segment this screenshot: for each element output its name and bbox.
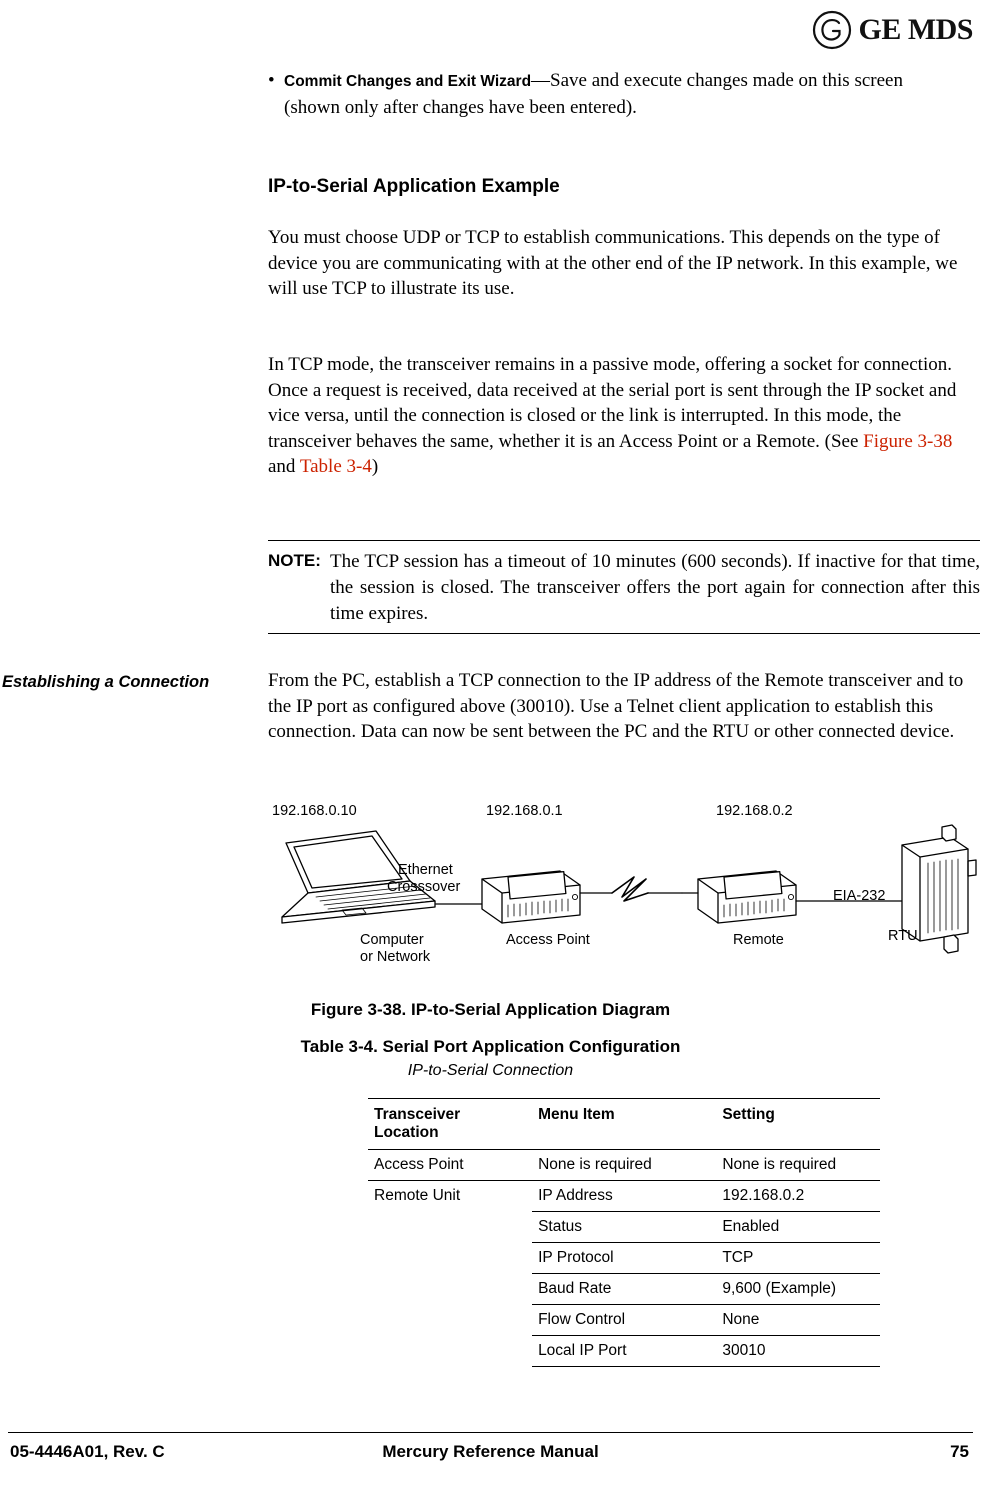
cell-menu-item: IP Protocol	[532, 1242, 717, 1274]
table-cross-reference-link[interactable]: Table 3-4	[300, 456, 372, 477]
footer-page-number: 75	[950, 1442, 969, 1461]
table-subcaption: IP-to-Serial Connection	[407, 1062, 574, 1079]
cell-setting: None	[716, 1304, 880, 1336]
paragraph-2-mid: and	[268, 456, 300, 477]
bullet-item: • Commit Changes and Exit Wizard—Save an…	[268, 68, 958, 121]
cell-menu-item: IP Address	[532, 1180, 717, 1212]
ge-monogram-icon	[812, 10, 852, 50]
cell-location: Access Point	[368, 1149, 533, 1181]
figure-cross-reference-link[interactable]: Figure 3-38	[863, 431, 952, 452]
logo-text: GE MDS	[858, 13, 973, 46]
paragraph-1: You must choose UDP or TCP to establish …	[268, 227, 958, 299]
label-rtu: RTU	[888, 928, 918, 944]
ge-mds-logo: GE MDS	[812, 10, 973, 50]
label-remote: Remote	[733, 932, 784, 948]
table-header-setting: Setting	[716, 1098, 880, 1150]
cell-setting: Enabled	[716, 1211, 880, 1243]
note-block: NOTE: The TCP session has a timeout of 1…	[268, 540, 980, 634]
cell-menu-item: Status	[532, 1211, 717, 1243]
cell-menu-item: Baud Rate	[532, 1273, 717, 1305]
bullet-dash: —	[531, 70, 551, 91]
document-page: GE MDS • Commit Changes and Exit Wizard—…	[0, 0, 981, 1501]
note-body: NOTE: The TCP session has a timeout of 1…	[268, 541, 980, 633]
figure-caption: Figure 3-38. IP-to-Serial Application Di…	[310, 1000, 671, 1019]
note-text: The TCP session has a timeout of 10 minu…	[330, 551, 980, 624]
paragraph-2: In TCP mode, the transceiver remains in …	[268, 352, 968, 480]
label-access-point: Access Point	[506, 932, 590, 948]
cell-menu-item: Flow Control	[532, 1304, 717, 1336]
table-header-location-line2: Location	[374, 1124, 439, 1141]
page-footer: 05-4446A01, Rev. C Mercury Reference Man…	[0, 1432, 981, 1472]
serial-port-configuration-table: Transceiver Location Menu Item Setting A…	[368, 1098, 880, 1367]
cell-menu-item: Local IP Port	[532, 1335, 717, 1367]
footer-rule	[8, 1432, 973, 1433]
paragraph-3: From the PC, establish a TCP connection …	[268, 670, 964, 742]
side-heading: Establishing a Connection	[2, 673, 210, 691]
cell-menu-item: None is required	[532, 1149, 717, 1181]
ip-to-serial-diagram: 192.168.0.10 192.168.0.1 192.168.0.2 Eth…	[250, 803, 980, 985]
table-header-location: Transceiver Location	[368, 1098, 533, 1150]
table-header-location-line1: Transceiver	[374, 1106, 461, 1123]
bullet-bold-label: Commit Changes and Exit Wizard	[284, 73, 532, 90]
label-ethernet-line2: Crosssover	[387, 879, 461, 895]
cell-location: Remote Unit	[374, 1187, 461, 1204]
table-row: Access Point None is required None is re…	[368, 1149, 880, 1181]
cell-setting: 30010	[716, 1335, 880, 1367]
table-caption: Table 3-4. Serial Port Application Confi…	[300, 1037, 681, 1056]
table-header-row: Transceiver Location Menu Item Setting	[368, 1098, 880, 1150]
label-ethernet-line1: Ethernet	[398, 862, 453, 878]
bullet-item-text: Commit Changes and Exit Wizard—Save and …	[284, 68, 958, 121]
label-computer-line1: Computer	[360, 932, 424, 948]
footer-manual-title: Mercury Reference Manual	[382, 1442, 599, 1461]
label-ip-right: 192.168.0.2	[716, 803, 793, 819]
note-bottom-rule	[268, 633, 980, 634]
bullet-block: • Commit Changes and Exit Wizard—Save an…	[268, 68, 958, 121]
section-heading: IP-to-Serial Application Example	[268, 176, 560, 197]
table-row: Remote Unit IP Address 192.168.0.2	[368, 1180, 880, 1212]
label-ip-mid: 192.168.0.1	[486, 803, 563, 819]
table-header-menu-item: Menu Item	[532, 1098, 717, 1150]
bullet-dot-icon: •	[268, 70, 275, 91]
label-computer-line2: or Network	[360, 949, 431, 965]
label-eia-232: EIA-232	[833, 888, 886, 904]
cell-setting: TCP	[716, 1242, 880, 1274]
paragraph-2-end: )	[371, 456, 379, 477]
note-label: NOTE:	[268, 551, 321, 570]
cell-setting: None is required	[716, 1149, 880, 1181]
label-ip-left: 192.168.0.10	[272, 803, 357, 819]
paragraph-2-part-a: In TCP mode, the transceiver remains in …	[268, 354, 957, 452]
cell-setting: 9,600 (Example)	[716, 1273, 880, 1305]
cell-setting: 192.168.0.2	[716, 1180, 880, 1212]
